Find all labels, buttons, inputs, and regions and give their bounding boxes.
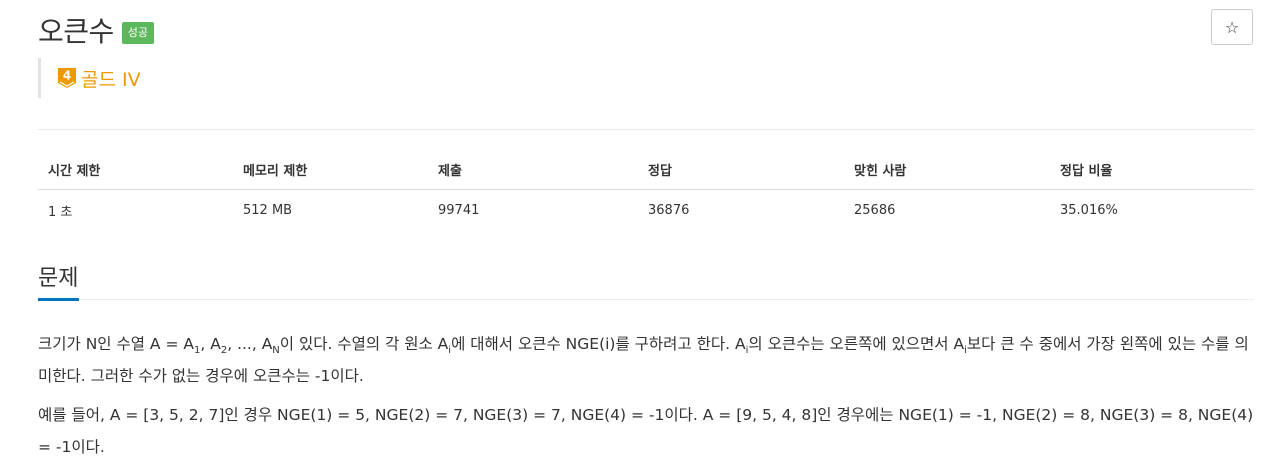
section-title-problem: 문제	[38, 266, 79, 291]
section-divider	[38, 299, 1254, 300]
tier-label[interactable]: 골드 IV	[81, 65, 141, 92]
gold-tier-icon: 4	[58, 68, 76, 88]
problem-info-table: 시간 제한 메모리 제한 제출 정답 맞힌 사람 정답 비율 1 초 512 M…	[38, 150, 1254, 231]
value-time-limit: 1 초	[48, 205, 73, 220]
header-accept-ratio: 정답 비율	[1050, 150, 1254, 190]
favorite-star-button[interactable]: ☆	[1211, 9, 1253, 45]
header-divider	[38, 129, 1254, 130]
header-submissions: 제출	[428, 150, 638, 190]
problem-title: 오큰수	[38, 15, 114, 48]
header-time-limit: 시간 제한	[38, 150, 233, 190]
tier-number: 4	[63, 69, 71, 83]
value-accepted: 36876	[648, 203, 690, 218]
description-paragraph-1: 크기가 N인 수열 A = A1, A2, ..., AN이 있다. 수열의 각…	[38, 335, 1249, 385]
header-memory-limit: 메모리 제한	[233, 150, 428, 190]
header-accepted: 정답	[638, 150, 844, 190]
problem-page: 오큰수 성공 ☆ 4 골드 IV 시간 제한 메모리 제한 제출 정답 맞힌 사…	[0, 0, 1280, 468]
title-row: 오큰수 성공	[38, 10, 155, 50]
header-solvers: 맞힌 사람	[844, 150, 1050, 190]
star-icon: ☆	[1224, 17, 1240, 37]
section-accent-bar	[38, 298, 79, 301]
problem-tier: 4 골드 IV	[38, 58, 141, 98]
value-solvers: 25686	[854, 203, 896, 218]
problem-description: 크기가 N인 수열 A = A1, A2, ..., AN이 있다. 수열의 각…	[38, 328, 1256, 468]
value-submissions: 99741	[438, 203, 480, 218]
description-paragraph-2: 예를 들어, A = [3, 5, 2, 7]인 경우 NGE(1) = 5, …	[38, 406, 1254, 456]
value-accept-ratio: 35.016%	[1060, 203, 1118, 218]
info-value-row: 1 초 512 MB 99741 36876 25686 35.016%	[38, 190, 1254, 232]
info-header-row: 시간 제한 메모리 제한 제출 정답 맞힌 사람 정답 비율	[38, 150, 1254, 190]
value-memory-limit: 512 MB	[243, 203, 293, 218]
result-badge-success[interactable]: 성공	[121, 22, 155, 44]
